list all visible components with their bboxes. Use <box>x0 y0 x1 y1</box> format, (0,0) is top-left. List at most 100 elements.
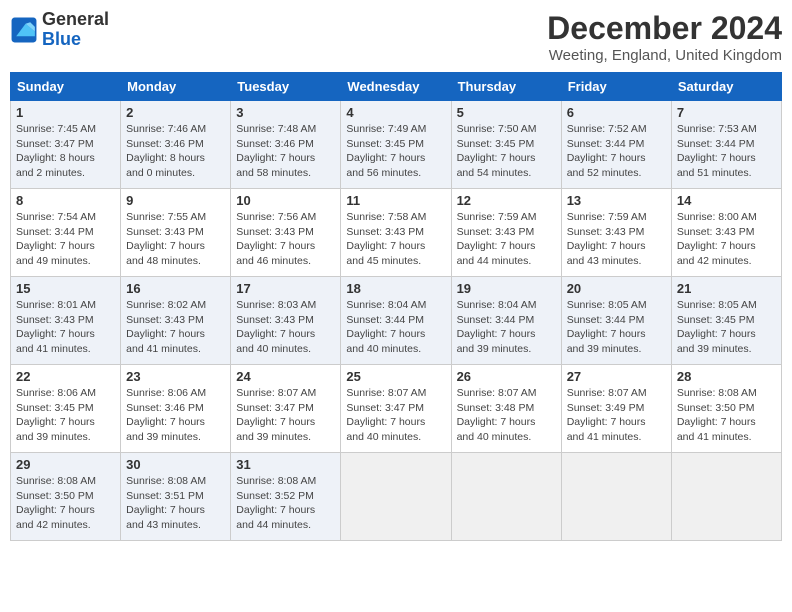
day-info: Sunrise: 8:08 AM Sunset: 3:51 PM Dayligh… <box>126 474 225 533</box>
day-number: 22 <box>16 369 115 384</box>
calendar-cell: 17 Sunrise: 8:03 AM Sunset: 3:43 PM Dayli… <box>231 277 341 365</box>
day-number: 19 <box>457 281 556 296</box>
calendar-cell <box>341 453 451 541</box>
header-day-thursday: Thursday <box>451 73 561 101</box>
calendar-cell <box>671 453 781 541</box>
calendar-cell: 25Sunrise: 8:07 AM Sunset: 3:47 PM Dayli… <box>341 365 451 453</box>
day-number: 11 <box>346 193 445 208</box>
day-number: 5 <box>457 105 556 120</box>
day-info: Sunrise: 7:54 AM Sunset: 3:44 PM Dayligh… <box>16 210 115 269</box>
day-info: Sunrise: 8:01 AM Sunset: 3:43 PM Dayligh… <box>16 298 115 357</box>
title-area: December 2024 Weeting, England, United K… <box>547 10 782 64</box>
calendar-cell: 11 Sunrise: 7:58 AM Sunset: 3:43 PM Dayli… <box>341 189 451 277</box>
calendar-cell: 15 Sunrise: 8:01 AM Sunset: 3:43 PM Dayli… <box>11 277 121 365</box>
calendar-cell: 21 Sunrise: 8:05 AM Sunset: 3:45 PM Dayli… <box>671 277 781 365</box>
day-number: 7 <box>677 105 776 120</box>
day-number: 13 <box>567 193 666 208</box>
calendar-body: 1Sunrise: 7:45 AM Sunset: 3:47 PM Daylig… <box>11 101 782 541</box>
header-day-tuesday: Tuesday <box>231 73 341 101</box>
day-info: Sunrise: 8:07 AM Sunset: 3:48 PM Dayligh… <box>457 386 556 445</box>
logo: General Blue <box>10 10 109 50</box>
month-title: December 2024 <box>547 10 782 47</box>
day-number: 1 <box>16 105 115 120</box>
calendar-cell: 26 Sunrise: 8:07 AM Sunset: 3:48 PM Dayli… <box>451 365 561 453</box>
day-info: Sunrise: 8:00 AM Sunset: 3:43 PM Dayligh… <box>677 210 776 269</box>
calendar-cell: 9 Sunrise: 7:55 AM Sunset: 3:43 PM Daylig… <box>121 189 231 277</box>
calendar-table: SundayMondayTuesdayWednesdayThursdayFrid… <box>10 72 782 541</box>
day-number: 3 <box>236 105 335 120</box>
day-info: Sunrise: 7:59 AM Sunset: 3:43 PM Dayligh… <box>457 210 556 269</box>
calendar-cell: 19 Sunrise: 8:04 AM Sunset: 3:44 PM Dayli… <box>451 277 561 365</box>
day-info: Sunrise: 8:07 AM Sunset: 3:47 PM Dayligh… <box>236 386 335 445</box>
calendar-cell: 27 Sunrise: 8:07 AM Sunset: 3:49 PM Dayli… <box>561 365 671 453</box>
calendar-cell: 7Sunrise: 7:53 AM Sunset: 3:44 PM Daylig… <box>671 101 781 189</box>
day-number: 15 <box>16 281 115 296</box>
day-number: 8 <box>16 193 115 208</box>
calendar-week-4: 22Sunrise: 8:06 AM Sunset: 3:45 PM Dayli… <box>11 365 782 453</box>
day-number: 30 <box>126 457 225 472</box>
calendar-week-3: 15 Sunrise: 8:01 AM Sunset: 3:43 PM Dayli… <box>11 277 782 365</box>
header-day-friday: Friday <box>561 73 671 101</box>
calendar-week-5: 29Sunrise: 8:08 AM Sunset: 3:50 PM Dayli… <box>11 453 782 541</box>
day-info: Sunrise: 8:08 AM Sunset: 3:52 PM Dayligh… <box>236 474 335 533</box>
day-number: 20 <box>567 281 666 296</box>
day-info: Sunrise: 8:07 AM Sunset: 3:49 PM Dayligh… <box>567 386 666 445</box>
header-day-saturday: Saturday <box>671 73 781 101</box>
calendar-cell: 12 Sunrise: 7:59 AM Sunset: 3:43 PM Dayli… <box>451 189 561 277</box>
day-info: Sunrise: 8:03 AM Sunset: 3:43 PM Dayligh… <box>236 298 335 357</box>
day-number: 9 <box>126 193 225 208</box>
calendar-cell: 3Sunrise: 7:48 AM Sunset: 3:46 PM Daylig… <box>231 101 341 189</box>
day-info: Sunrise: 8:07 AM Sunset: 3:47 PM Dayligh… <box>346 386 445 445</box>
calendar-cell: 20 Sunrise: 8:05 AM Sunset: 3:44 PM Dayli… <box>561 277 671 365</box>
header-row: SundayMondayTuesdayWednesdayThursdayFrid… <box>11 73 782 101</box>
day-number: 14 <box>677 193 776 208</box>
day-number: 31 <box>236 457 335 472</box>
calendar-week-2: 8 Sunrise: 7:54 AM Sunset: 3:44 PM Daylig… <box>11 189 782 277</box>
day-number: 21 <box>677 281 776 296</box>
day-number: 10 <box>236 193 335 208</box>
day-info: Sunrise: 8:08 AM Sunset: 3:50 PM Dayligh… <box>677 386 776 445</box>
calendar-cell: 22Sunrise: 8:06 AM Sunset: 3:45 PM Dayli… <box>11 365 121 453</box>
calendar-cell: 28 Sunrise: 8:08 AM Sunset: 3:50 PM Dayli… <box>671 365 781 453</box>
calendar-cell: 29Sunrise: 8:08 AM Sunset: 3:50 PM Dayli… <box>11 453 121 541</box>
calendar-cell: 2 Sunrise: 7:46 AM Sunset: 3:46 PM Daylig… <box>121 101 231 189</box>
calendar-week-1: 1Sunrise: 7:45 AM Sunset: 3:47 PM Daylig… <box>11 101 782 189</box>
day-info: Sunrise: 8:02 AM Sunset: 3:43 PM Dayligh… <box>126 298 225 357</box>
day-info: Sunrise: 7:55 AM Sunset: 3:43 PM Dayligh… <box>126 210 225 269</box>
calendar-cell: 10Sunrise: 7:56 AM Sunset: 3:43 PM Dayli… <box>231 189 341 277</box>
location-subtitle: Weeting, England, United Kingdom <box>547 47 782 64</box>
header-day-sunday: Sunday <box>11 73 121 101</box>
day-info: Sunrise: 8:04 AM Sunset: 3:44 PM Dayligh… <box>346 298 445 357</box>
day-number: 4 <box>346 105 445 120</box>
day-number: 12 <box>457 193 556 208</box>
day-number: 2 <box>126 105 225 120</box>
page-header: General Blue December 2024 Weeting, Engl… <box>10 10 782 64</box>
calendar-cell: 31 Sunrise: 8:08 AM Sunset: 3:52 PM Dayli… <box>231 453 341 541</box>
day-number: 29 <box>16 457 115 472</box>
day-info: Sunrise: 7:59 AM Sunset: 3:43 PM Dayligh… <box>567 210 666 269</box>
day-info: Sunrise: 8:05 AM Sunset: 3:44 PM Dayligh… <box>567 298 666 357</box>
day-info: Sunrise: 7:49 AM Sunset: 3:45 PM Dayligh… <box>346 122 445 181</box>
day-number: 26 <box>457 369 556 384</box>
calendar-cell: 14 Sunrise: 8:00 AM Sunset: 3:43 PM Dayli… <box>671 189 781 277</box>
day-number: 27 <box>567 369 666 384</box>
calendar-cell: 1Sunrise: 7:45 AM Sunset: 3:47 PM Daylig… <box>11 101 121 189</box>
day-number: 24 <box>236 369 335 384</box>
day-info: Sunrise: 8:05 AM Sunset: 3:45 PM Dayligh… <box>677 298 776 357</box>
day-number: 16 <box>126 281 225 296</box>
calendar-cell <box>561 453 671 541</box>
day-number: 18 <box>346 281 445 296</box>
logo-icon <box>10 16 38 44</box>
day-info: Sunrise: 7:46 AM Sunset: 3:46 PM Dayligh… <box>126 122 225 181</box>
calendar-cell <box>451 453 561 541</box>
day-info: Sunrise: 8:06 AM Sunset: 3:46 PM Dayligh… <box>126 386 225 445</box>
day-number: 17 <box>236 281 335 296</box>
day-number: 28 <box>677 369 776 384</box>
day-info: Sunrise: 7:52 AM Sunset: 3:44 PM Dayligh… <box>567 122 666 181</box>
day-info: Sunrise: 8:04 AM Sunset: 3:44 PM Dayligh… <box>457 298 556 357</box>
logo-text: General Blue <box>42 10 109 50</box>
calendar-cell: 24 Sunrise: 8:07 AM Sunset: 3:47 PM Dayli… <box>231 365 341 453</box>
day-info: Sunrise: 7:58 AM Sunset: 3:43 PM Dayligh… <box>346 210 445 269</box>
calendar-cell: 23Sunrise: 8:06 AM Sunset: 3:46 PM Dayli… <box>121 365 231 453</box>
header-day-wednesday: Wednesday <box>341 73 451 101</box>
